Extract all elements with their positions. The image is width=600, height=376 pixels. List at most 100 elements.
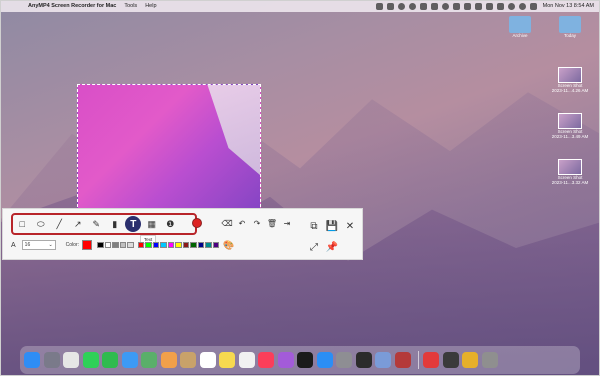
pin-icon[interactable]: 📌 <box>325 240 339 254</box>
record-icon[interactable] <box>191 217 203 229</box>
rectangle-tool[interactable]: □ <box>13 215 32 233</box>
copy-icon[interactable]: ⧉ <box>307 219 321 233</box>
desktop-icon-label: Archive <box>512 33 528 38</box>
desktop-screenshot-2[interactable]: Screen Shot 2023-11...3.49 AM <box>550 113 590 139</box>
dock-appstore-icon[interactable] <box>316 352 333 368</box>
dock-calendar-icon[interactable] <box>199 352 216 368</box>
save-icon[interactable]: 💾 <box>325 219 339 233</box>
font-size-select[interactable]: 16 ⌄ <box>21 240 56 250</box>
drawing-tools-group: □ ⬭ ╱ ↗ ✎ ▮ T ▦ ❶ <box>11 213 197 235</box>
dock-maps-icon[interactable] <box>141 352 157 368</box>
gear-icon[interactable] <box>441 2 449 10</box>
dock-screenshot-icon[interactable] <box>442 352 459 368</box>
app-menu[interactable]: AnyMP4 Screen Recorder for Mac <box>28 3 116 9</box>
user-icon[interactable] <box>518 2 526 10</box>
blur-tool[interactable]: ▦ <box>143 215 162 233</box>
menu-tools[interactable]: Tools <box>124 3 137 9</box>
dock-facetime-icon[interactable] <box>102 352 118 368</box>
dock-terminal-icon[interactable] <box>355 352 372 368</box>
dock-messages-icon[interactable] <box>82 352 99 368</box>
color-label: Color: <box>65 242 80 248</box>
circle-icon[interactable] <box>397 2 405 10</box>
monitor-icon[interactable] <box>430 2 438 10</box>
current-color-swatch[interactable] <box>82 240 93 250</box>
color-swatch[interactable] <box>145 241 152 249</box>
refresh-icon[interactable] <box>408 2 416 10</box>
fullscreen-icon[interactable]: ⤢ <box>307 240 321 254</box>
exit-icon[interactable]: ⇥ <box>281 217 293 229</box>
dock-settings-icon[interactable] <box>336 352 352 368</box>
ellipse-icon: ⬭ <box>36 218 45 229</box>
step-tool[interactable]: ❶ <box>161 215 180 233</box>
dock-photos-icon[interactable] <box>160 352 177 368</box>
pen-tool[interactable]: ✎ <box>87 215 106 233</box>
color-swatch[interactable] <box>175 241 182 249</box>
wifi-icon[interactable] <box>496 2 504 10</box>
dock-separator <box>418 351 419 369</box>
bluetooth-icon[interactable] <box>474 2 482 10</box>
highlighter-tool[interactable]: ▮ <box>106 215 125 233</box>
dock-safari-icon[interactable] <box>63 352 79 368</box>
color-swatch[interactable] <box>167 241 175 249</box>
menu-icon[interactable] <box>529 2 537 10</box>
control-icon[interactable] <box>463 2 471 10</box>
dock-mail-icon[interactable] <box>121 352 138 368</box>
screenshot-icon <box>558 67 582 83</box>
redo-icon[interactable]: ↷ <box>251 217 263 229</box>
color-swatch[interactable] <box>104 241 112 249</box>
line-tool[interactable]: ╱ <box>50 215 69 233</box>
desktop-folder-today[interactable]: Today <box>550 16 590 38</box>
arrow-tool[interactable]: ↗ <box>69 215 88 233</box>
search-icon[interactable] <box>507 2 515 10</box>
desktop-folder-archive[interactable]: Archive <box>500 16 540 38</box>
dock-colorsync-icon[interactable] <box>394 352 411 368</box>
dock-notes-icon[interactable] <box>219 352 235 368</box>
color-swatch[interactable] <box>97 241 104 249</box>
dock-tv-icon[interactable] <box>297 352 313 368</box>
color-swatch[interactable] <box>190 241 197 249</box>
color-swatch[interactable] <box>197 241 205 249</box>
color-swatch[interactable] <box>119 241 127 249</box>
dropbox-icon[interactable] <box>386 2 394 10</box>
font-size-value: 16 <box>24 242 31 248</box>
dock-utility-icon[interactable] <box>481 352 498 368</box>
dock-screenrecorder-icon[interactable] <box>423 352 439 368</box>
dock-contacts-icon[interactable] <box>180 352 196 368</box>
dock-podcasts-icon[interactable] <box>277 352 294 368</box>
capture-region[interactable] <box>77 84 261 227</box>
dock-reminders-icon[interactable] <box>238 352 255 368</box>
dock-chrome-icon[interactable] <box>462 352 478 368</box>
rectangle-icon: □ <box>19 219 25 229</box>
dock-finder-icon[interactable] <box>24 352 40 368</box>
color-swatch[interactable] <box>160 241 167 249</box>
color-swatch[interactable] <box>212 241 220 249</box>
color-swatch[interactable] <box>137 241 145 249</box>
desktop-screenshot-1[interactable]: Screen Shot 2023-11...4.26 AM <box>550 67 590 93</box>
sliders-icon[interactable] <box>419 2 427 10</box>
dock-launchpad-icon[interactable] <box>43 352 60 368</box>
color-swatch[interactable] <box>152 241 160 249</box>
dock-preview-icon[interactable] <box>375 352 391 368</box>
delete-icon[interactable]: 🗑 <box>266 217 278 229</box>
undo-icon[interactable]: ↶ <box>236 217 248 229</box>
folder-icon <box>559 16 581 33</box>
ellipse-tool[interactable]: ⬭ <box>32 215 51 233</box>
color-swatch[interactable] <box>182 241 190 249</box>
audio-icon[interactable] <box>452 2 460 10</box>
text-tool[interactable]: T <box>124 215 143 233</box>
screenshot-icon <box>558 113 582 129</box>
music-icon[interactable] <box>485 2 493 10</box>
color-swatch[interactable] <box>112 241 119 249</box>
menu-help[interactable]: Help <box>145 3 156 9</box>
color-swatch[interactable] <box>127 241 134 249</box>
palette-icon[interactable]: 🎨 <box>223 240 234 251</box>
desktop-icon-label: Screen Shot 2023-11...3.32 AM <box>551 175 589 185</box>
close-icon[interactable]: ✕ <box>343 219 357 233</box>
battery-icon[interactable] <box>375 2 383 10</box>
eraser-icon[interactable]: ⌫ <box>221 217 233 229</box>
color-swatch[interactable] <box>205 241 212 249</box>
clock[interactable]: Mon Nov 13 8:54 AM <box>543 3 594 9</box>
folder-icon <box>509 16 531 33</box>
dock-music-icon[interactable] <box>258 352 274 368</box>
desktop-screenshot-3[interactable]: Screen Shot 2023-11...3.32 AM <box>550 159 590 185</box>
